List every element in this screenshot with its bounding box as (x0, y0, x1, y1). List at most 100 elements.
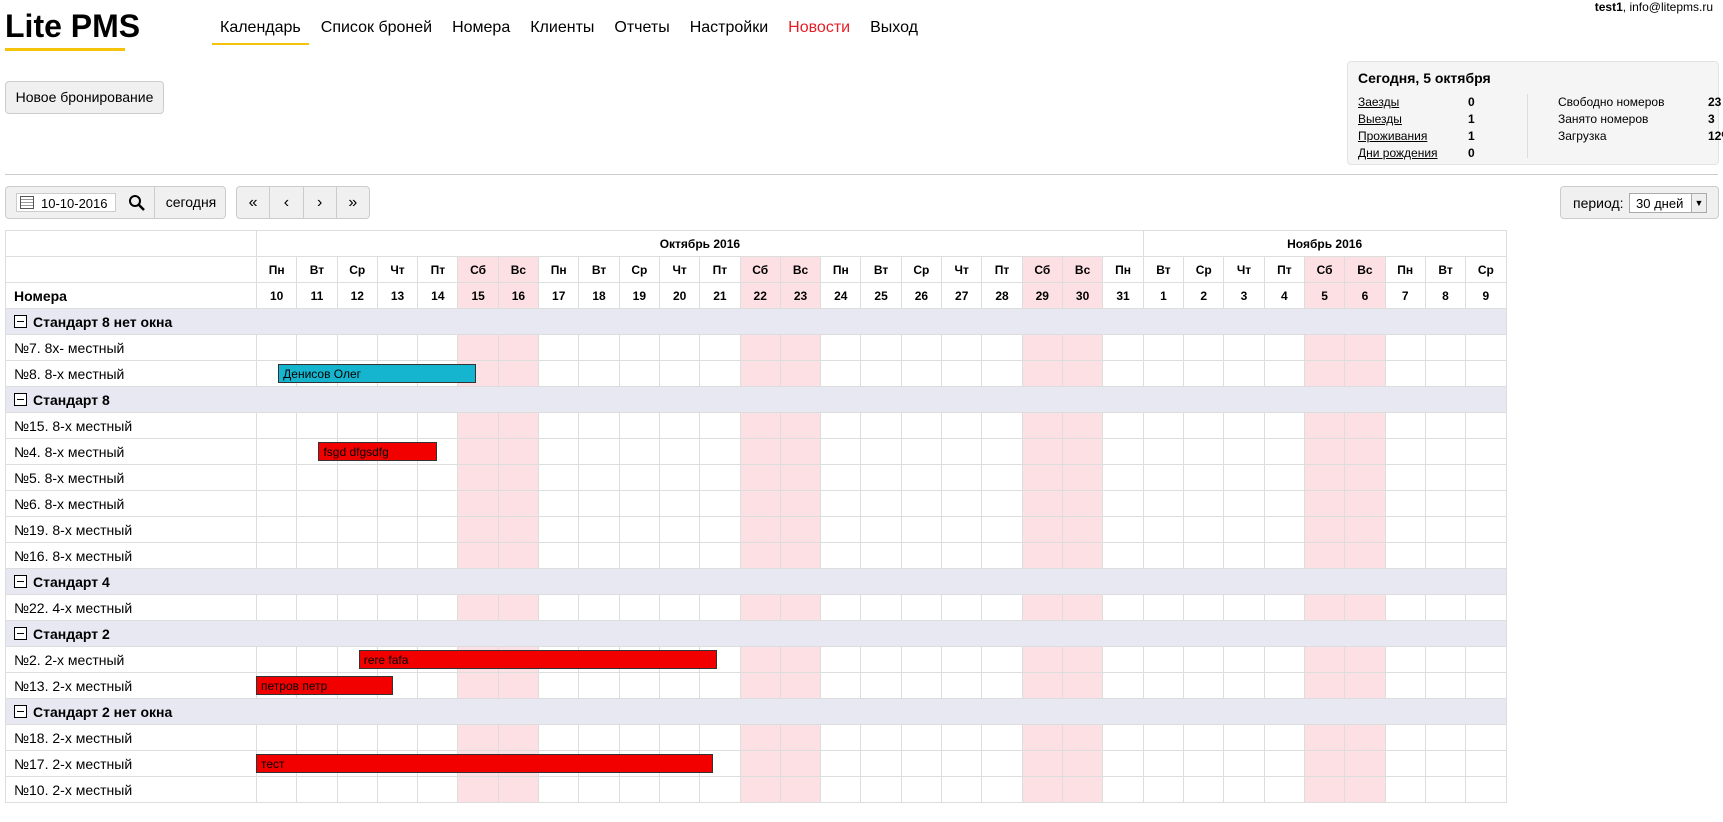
day-cell[interactable] (618, 516, 660, 543)
day-cell[interactable] (658, 412, 701, 439)
day-cell[interactable] (900, 360, 943, 387)
summary-label[interactable]: Заезды (1358, 94, 1468, 111)
day-cell[interactable] (1424, 516, 1467, 543)
day-cell[interactable] (699, 594, 741, 621)
day-cell[interactable] (860, 672, 902, 699)
day-cell[interactable] (941, 776, 983, 803)
day-cell[interactable] (779, 490, 822, 517)
day-cell[interactable] (1384, 490, 1426, 517)
day-cell[interactable] (296, 646, 338, 673)
day-cell[interactable] (497, 412, 540, 439)
day-cell[interactable] (1303, 776, 1346, 803)
day-cell[interactable] (1263, 438, 1305, 465)
day-cell[interactable] (1061, 490, 1104, 517)
day-cell[interactable] (1465, 464, 1507, 491)
day-cell[interactable] (497, 334, 540, 361)
day-cell[interactable] (578, 724, 620, 751)
day-cell[interactable] (779, 360, 822, 387)
day-cell[interactable] (658, 776, 701, 803)
day-cell[interactable] (1384, 360, 1426, 387)
day-cell[interactable] (1303, 542, 1346, 569)
day-cell[interactable] (1263, 594, 1305, 621)
day-cell[interactable] (1102, 776, 1144, 803)
day-cell[interactable] (739, 750, 781, 777)
day-cell[interactable] (739, 542, 781, 569)
day-cell[interactable] (739, 490, 781, 517)
day-cell[interactable] (376, 412, 419, 439)
day-cell[interactable] (618, 334, 660, 361)
day-cell[interactable] (820, 490, 862, 517)
day-cell[interactable] (1021, 412, 1063, 439)
day-cell[interactable] (1344, 750, 1386, 777)
day-cell[interactable] (1424, 672, 1467, 699)
day-cell[interactable] (900, 412, 943, 439)
day-cell[interactable] (255, 542, 298, 569)
day-cell[interactable] (255, 464, 298, 491)
day-cell[interactable] (739, 360, 781, 387)
day-cell[interactable] (1021, 646, 1063, 673)
day-cell[interactable] (457, 412, 499, 439)
day-cell[interactable] (1384, 412, 1426, 439)
day-cell[interactable] (497, 464, 540, 491)
room-name[interactable]: №15. 8-х местный (5, 412, 257, 439)
day-cell[interactable] (336, 776, 378, 803)
day-cell[interactable] (699, 542, 741, 569)
first-page-button[interactable]: « (237, 187, 271, 218)
day-cell[interactable] (981, 412, 1023, 439)
collapse-icon[interactable] (14, 627, 27, 641)
day-cell[interactable] (1303, 672, 1346, 699)
day-cell[interactable] (578, 438, 620, 465)
day-cell[interactable] (1384, 542, 1426, 569)
day-cell[interactable] (860, 412, 902, 439)
day-cell[interactable] (1142, 542, 1185, 569)
day-cell[interactable] (739, 672, 781, 699)
day-cell[interactable] (1384, 334, 1426, 361)
day-cell[interactable] (1061, 724, 1104, 751)
day-cell[interactable] (1021, 724, 1063, 751)
day-cell[interactable] (1061, 360, 1104, 387)
day-cell[interactable] (618, 464, 660, 491)
room-name[interactable]: №5. 8-х местный (5, 464, 257, 491)
day-cell[interactable] (1183, 490, 1225, 517)
day-cell[interactable] (900, 516, 943, 543)
period-select[interactable]: 30 дней ▼ (1629, 193, 1707, 213)
day-cell[interactable] (1303, 646, 1346, 673)
day-cell[interactable] (1102, 672, 1144, 699)
day-cell[interactable] (820, 672, 862, 699)
room-name[interactable]: №2. 2-х местный (5, 646, 257, 673)
day-cell[interactable] (981, 360, 1023, 387)
day-cell[interactable] (1303, 438, 1346, 465)
day-cell[interactable] (296, 464, 338, 491)
day-cell[interactable] (860, 750, 902, 777)
day-cell[interactable] (578, 412, 620, 439)
day-cell[interactable] (1021, 360, 1063, 387)
day-cell[interactable] (497, 672, 540, 699)
day-cell[interactable] (417, 672, 459, 699)
day-cell[interactable] (1142, 360, 1185, 387)
day-cell[interactable] (618, 490, 660, 517)
day-cell[interactable] (900, 490, 943, 517)
day-cell[interactable] (417, 334, 459, 361)
day-cell[interactable] (779, 724, 822, 751)
day-cell[interactable] (376, 724, 419, 751)
day-cell[interactable] (1183, 646, 1225, 673)
day-cell[interactable] (739, 594, 781, 621)
day-cell[interactable] (1061, 594, 1104, 621)
day-cell[interactable] (900, 776, 943, 803)
day-cell[interactable] (779, 464, 822, 491)
day-cell[interactable] (820, 776, 862, 803)
day-cell[interactable] (1465, 490, 1507, 517)
day-cell[interactable] (981, 646, 1023, 673)
day-cell[interactable] (1021, 594, 1063, 621)
day-cell[interactable] (1344, 412, 1386, 439)
day-cell[interactable] (1263, 542, 1305, 569)
day-cell[interactable] (1223, 360, 1265, 387)
day-cell[interactable] (1424, 412, 1467, 439)
day-cell[interactable] (1223, 776, 1265, 803)
day-cell[interactable] (578, 334, 620, 361)
day-cell[interactable] (1424, 490, 1467, 517)
day-cell[interactable] (457, 776, 499, 803)
day-cell[interactable] (1061, 646, 1104, 673)
day-cell[interactable] (1142, 516, 1185, 543)
day-cell[interactable] (941, 412, 983, 439)
